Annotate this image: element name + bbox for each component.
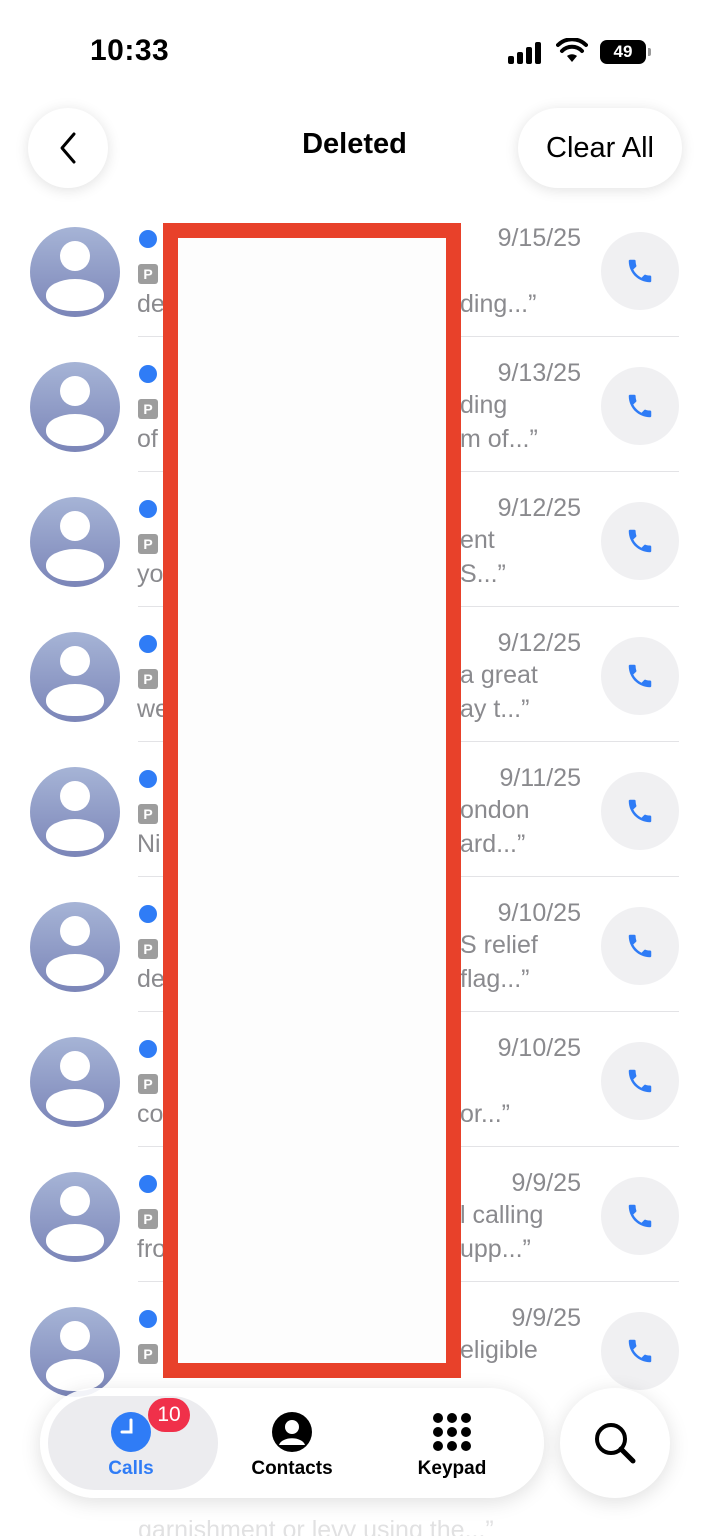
phone-icon bbox=[628, 664, 652, 688]
call-button[interactable] bbox=[601, 367, 679, 445]
call-button[interactable] bbox=[601, 907, 679, 985]
phone-icon bbox=[628, 1339, 652, 1363]
call-date: 9/9/25 bbox=[511, 1304, 581, 1332]
call-date: 9/15/25 bbox=[497, 224, 581, 252]
call-date: 9/10/25 bbox=[497, 899, 581, 927]
p-badge: P bbox=[138, 264, 158, 284]
phone-icon bbox=[628, 1069, 652, 1093]
status-time: 10:33 bbox=[90, 34, 170, 67]
tab-keypad-label: Keypad bbox=[417, 1458, 487, 1479]
search-button[interactable] bbox=[560, 1388, 670, 1498]
call-date: 9/12/25 bbox=[497, 629, 581, 657]
avatar bbox=[30, 497, 120, 587]
tab-contacts[interactable]: Contacts bbox=[217, 1398, 367, 1488]
call-button[interactable] bbox=[601, 1312, 679, 1390]
avatar bbox=[30, 227, 120, 317]
snippet-line2: ding...” bbox=[460, 290, 537, 318]
avatar bbox=[30, 902, 120, 992]
clear-all-button[interactable]: Clear All bbox=[518, 108, 682, 188]
p-badge: P bbox=[138, 939, 158, 959]
tab-contacts-label: Contacts bbox=[251, 1458, 333, 1479]
call-button[interactable] bbox=[601, 1042, 679, 1120]
p-badge: P bbox=[138, 804, 158, 824]
snippet-line1: ent bbox=[460, 526, 495, 554]
unread-dot bbox=[139, 1310, 157, 1328]
tab-bar: Calls Contacts Keypad bbox=[40, 1388, 544, 1498]
snippet-line1: S relief bbox=[460, 931, 538, 959]
snippet-line2: or...” bbox=[460, 1100, 511, 1128]
avatar bbox=[30, 362, 120, 452]
cellular-signal-icon bbox=[508, 42, 544, 64]
snippet-line1: a great bbox=[460, 661, 538, 689]
tab-calls-label: Calls bbox=[108, 1458, 154, 1479]
unread-dot bbox=[139, 1175, 157, 1193]
avatar bbox=[30, 1037, 120, 1127]
snippet-line2: ay t...” bbox=[460, 695, 530, 723]
p-badge: P bbox=[138, 1074, 158, 1094]
unread-dot bbox=[139, 770, 157, 788]
status-bar: 10:33 49 bbox=[0, 0, 709, 100]
phone-icon bbox=[628, 934, 652, 958]
search-icon bbox=[595, 1423, 636, 1464]
phone-icon bbox=[628, 1204, 652, 1228]
avatar bbox=[30, 632, 120, 722]
keypad-icon bbox=[433, 1413, 471, 1451]
snippet-line2: flag...” bbox=[460, 965, 530, 993]
call-date: 9/12/25 bbox=[497, 494, 581, 522]
snippet-line1: eligible bbox=[460, 1336, 538, 1364]
snippet-line1: ding bbox=[460, 391, 508, 419]
snippet-line1: ondon bbox=[460, 796, 530, 824]
tab-keypad[interactable]: Keypad bbox=[377, 1398, 527, 1488]
phone-icon bbox=[628, 394, 652, 418]
call-date: 9/13/25 bbox=[497, 359, 581, 387]
unread-dot bbox=[139, 635, 157, 653]
snippet-line2: m of...” bbox=[460, 425, 538, 453]
snippet-line1: l calling bbox=[460, 1201, 544, 1229]
phone-icon bbox=[628, 799, 652, 823]
phone-icon bbox=[628, 259, 652, 283]
battery-icon: 49 bbox=[600, 40, 651, 64]
faded-snippet: garnishment or levy using the...” bbox=[138, 1516, 494, 1536]
unread-dot bbox=[139, 230, 157, 248]
clock-icon bbox=[111, 1412, 151, 1452]
unread-dot bbox=[139, 365, 157, 383]
unread-dot bbox=[139, 500, 157, 518]
call-button[interactable] bbox=[601, 637, 679, 715]
call-button[interactable] bbox=[601, 502, 679, 580]
call-date: 9/10/25 bbox=[497, 1034, 581, 1062]
p-badge: P bbox=[138, 1344, 158, 1364]
p-badge: P bbox=[138, 669, 158, 689]
avatar bbox=[30, 767, 120, 857]
calls-badge: 10 bbox=[148, 1398, 190, 1432]
person-circle-icon bbox=[272, 1412, 312, 1452]
wifi-icon bbox=[556, 38, 588, 62]
p-badge: P bbox=[138, 534, 158, 554]
unread-dot bbox=[139, 905, 157, 923]
p-badge: P bbox=[138, 399, 158, 419]
call-button[interactable] bbox=[601, 232, 679, 310]
unread-dot bbox=[139, 1040, 157, 1058]
call-button[interactable] bbox=[601, 772, 679, 850]
snippet-line2: ard...” bbox=[460, 830, 526, 858]
avatar bbox=[30, 1172, 120, 1262]
snippet-line2: S...” bbox=[460, 560, 506, 588]
phone-icon bbox=[628, 529, 652, 553]
p-badge: P bbox=[138, 1209, 158, 1229]
avatar bbox=[30, 1307, 120, 1397]
call-button[interactable] bbox=[601, 1177, 679, 1255]
snippet-line2: upp...” bbox=[460, 1235, 531, 1263]
redaction-box bbox=[163, 223, 461, 1378]
call-date: 9/9/25 bbox=[511, 1169, 581, 1197]
call-date: 9/11/25 bbox=[499, 764, 581, 792]
